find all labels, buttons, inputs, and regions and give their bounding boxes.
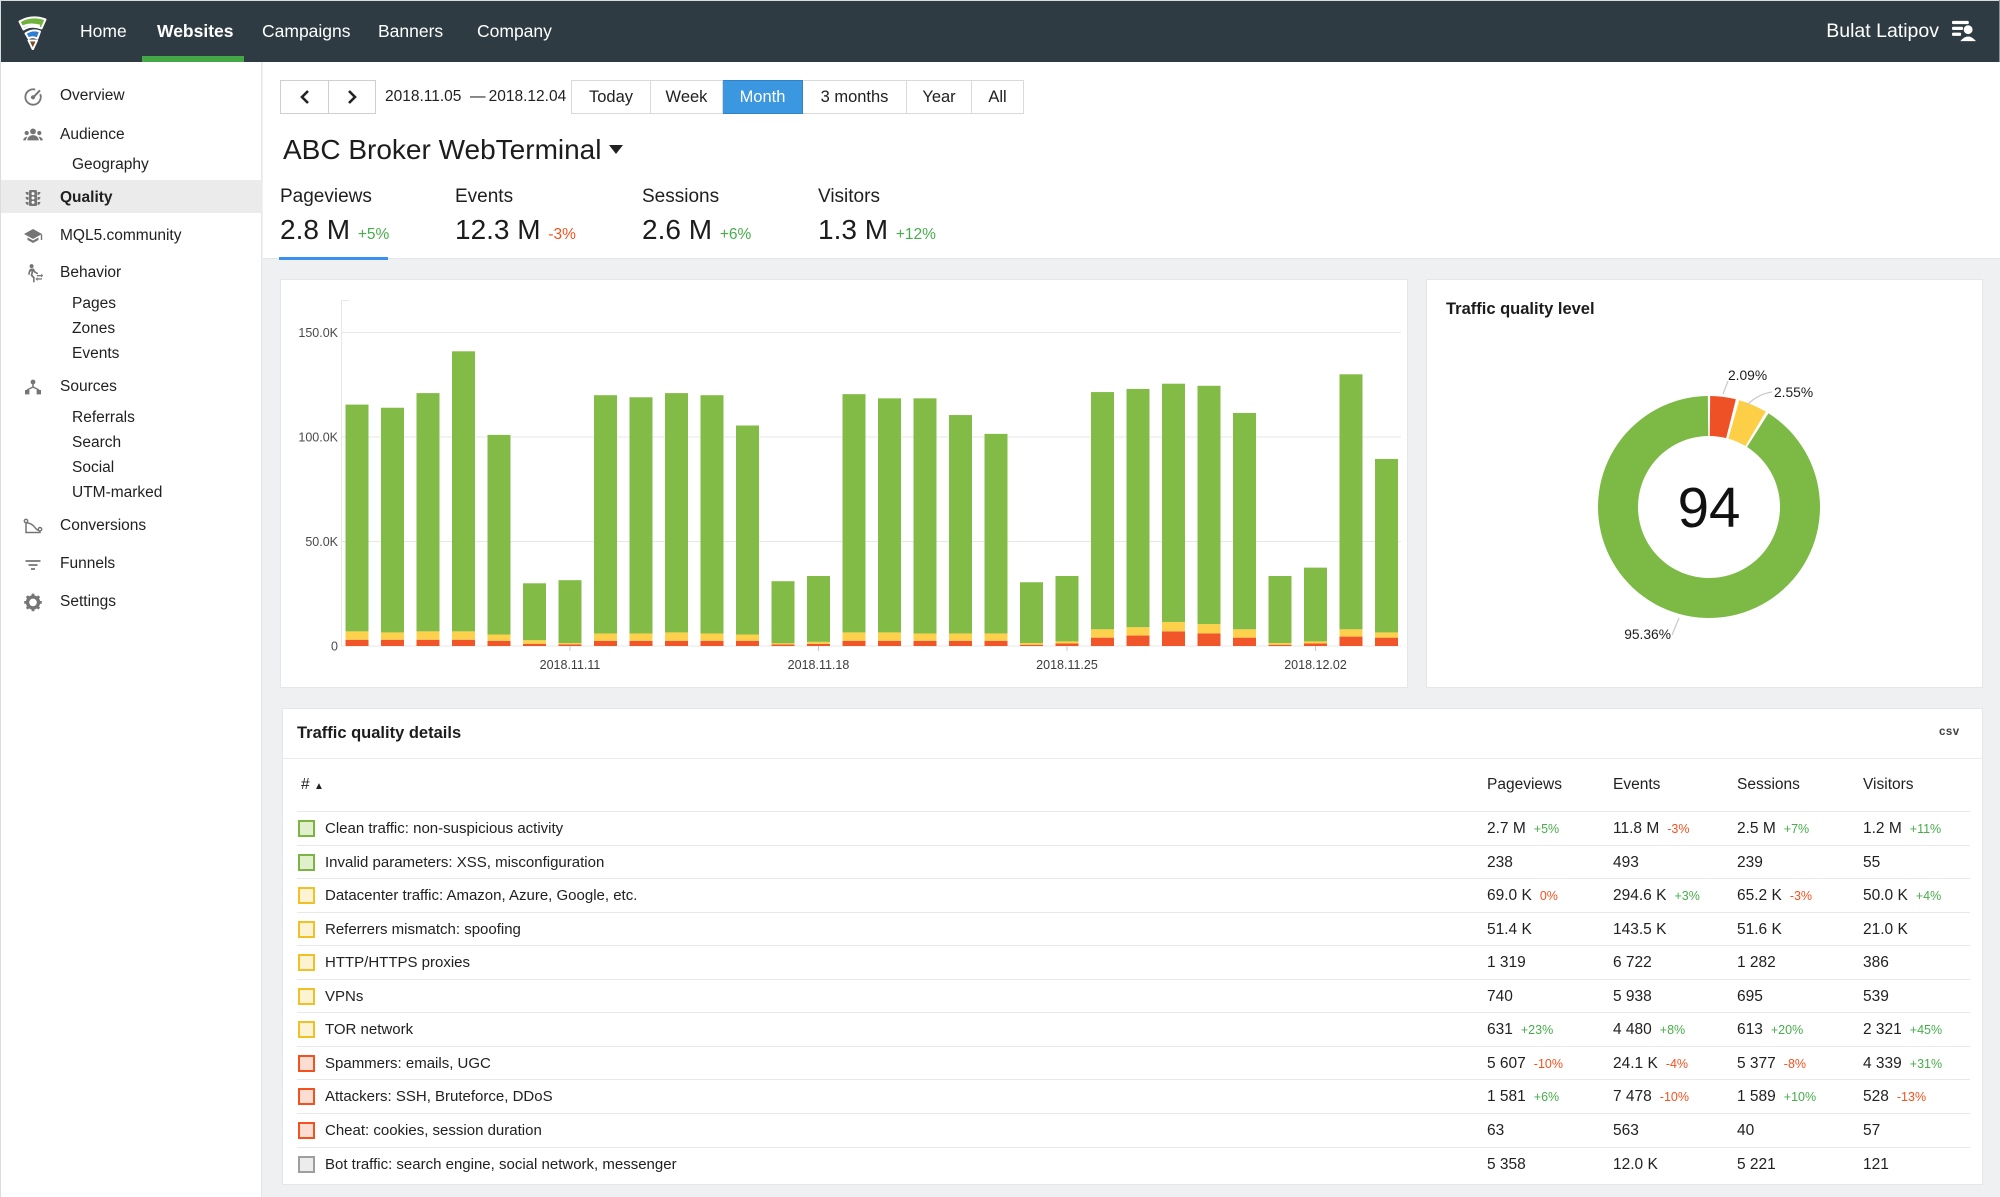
svg-text:94: 94 <box>1678 476 1741 539</box>
svg-text:2018.11.18: 2018.11.18 <box>788 658 850 672</box>
svg-text:2018.11.11: 2018.11.11 <box>540 658 601 672</box>
svg-text:2.55%: 2.55% <box>1774 385 1813 400</box>
svg-text:2.09%: 2.09% <box>1728 368 1767 383</box>
svg-text:2018.12.02: 2018.12.02 <box>1284 658 1347 672</box>
svg-text:95.36%: 95.36% <box>1624 627 1671 642</box>
svg-text:150.0K: 150.0K <box>298 326 338 340</box>
svg-text:100.0K: 100.0K <box>298 431 338 445</box>
svg-text:50.0K: 50.0K <box>305 535 338 549</box>
svg-text:0: 0 <box>331 640 338 654</box>
svg-text:2018.11.25: 2018.11.25 <box>1036 658 1098 672</box>
